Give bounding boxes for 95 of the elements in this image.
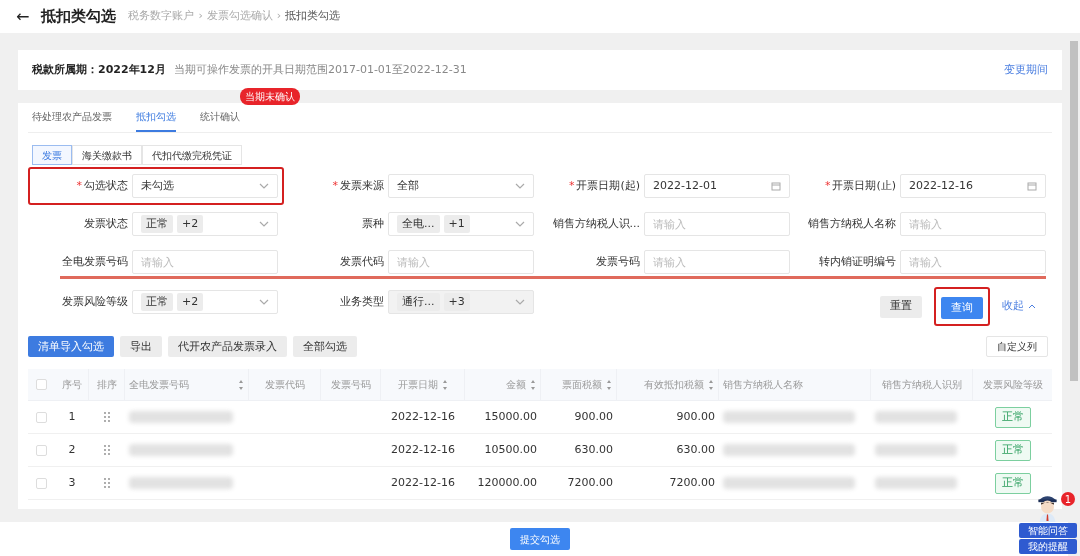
- custom-columns-button[interactable]: 自定义列: [986, 336, 1048, 358]
- column-header: 序号: [61, 378, 82, 393]
- column-header: 票面税额: [562, 378, 602, 393]
- column-header: 发票代码: [264, 378, 305, 393]
- table-cell-text: 630.00: [574, 442, 613, 458]
- column-header: 销售方纳税人名称: [723, 378, 803, 393]
- field-label: 发票状态: [83, 215, 129, 232]
- column-header: 排序: [96, 378, 117, 393]
- field-label: 发票代码: [339, 253, 385, 270]
- table-cell-text: 15000.00: [484, 409, 537, 425]
- tax-period: 税款所属期：2022年12月: [32, 61, 166, 78]
- toolbar-button[interactable]: 全部勾选: [293, 336, 357, 358]
- input-field[interactable]: 请输入: [644, 212, 790, 236]
- field-label: 转内销证明编号: [818, 253, 897, 270]
- table-row[interactable]: 3 2022-12-16 120000.00 7200.00 7200.00 正常: [28, 467, 1052, 501]
- breadcrumb-separator: ›: [198, 8, 203, 25]
- sub-tab[interactable]: 海关缴款书: [72, 145, 142, 165]
- search-button[interactable]: 查询: [941, 297, 983, 320]
- column-header: 有效抵扣税额: [644, 378, 704, 393]
- submit-button[interactable]: 提交勾选: [510, 528, 570, 550]
- table-cell-text: 1: [68, 409, 76, 425]
- sub-tab[interactable]: 发票: [32, 145, 72, 165]
- assistant-button[interactable]: 智能问答: [1019, 523, 1077, 538]
- date-field[interactable]: 2022-12-01: [644, 174, 790, 198]
- tag: +2: [177, 292, 204, 312]
- back-button[interactable]: ←: [16, 4, 30, 29]
- tag: 通行...: [397, 292, 440, 312]
- input-field[interactable]: 请输入: [132, 250, 278, 274]
- breadcrumb-separator: ›: [276, 8, 282, 25]
- table-cell-text: 2022-12-16: [391, 409, 455, 425]
- field-label: * 开票日期(起): [567, 177, 641, 194]
- table-row[interactable]: 2 2022-12-16 10500.00 630.00 630.00 正常: [28, 434, 1052, 468]
- input-field[interactable]: 请输入: [900, 250, 1046, 274]
- tag: 正常: [141, 292, 173, 312]
- reset-button[interactable]: 重置: [880, 295, 922, 318]
- tag: +3: [443, 292, 470, 312]
- table-cell-text: 10500.00: [484, 442, 537, 458]
- status-badge: 当期未确认: [240, 88, 300, 105]
- tag: +2: [177, 214, 204, 234]
- tag: 全电...: [397, 214, 440, 234]
- table-row[interactable]: 1 2022-12-16 15000.00 900.00 900.00 正常: [28, 401, 1052, 435]
- risk-level-tag: 正常: [995, 473, 1031, 494]
- input-field[interactable]: 请输入: [644, 250, 790, 274]
- risk-level-tag: 正常: [995, 440, 1031, 461]
- column-header: 发票风险等级: [982, 378, 1043, 393]
- toolbar-button[interactable]: 导出: [120, 336, 162, 358]
- column-header: 开票日期: [397, 378, 438, 393]
- field-label: * 发票来源: [331, 177, 385, 194]
- tag: +1: [443, 214, 470, 234]
- column-header: 金额: [506, 378, 526, 393]
- tab[interactable]: 抵扣勾选: [136, 109, 176, 132]
- multi-select-field[interactable]: 全电... +1: [388, 212, 534, 236]
- select-field[interactable]: 全部: [388, 174, 534, 198]
- multi-select-field[interactable]: 正常 +2: [132, 290, 278, 314]
- table-cell-text: 7200.00: [669, 475, 715, 491]
- risk-level-tag: 正常: [995, 407, 1031, 428]
- date-range-note: 当期可操作发票的开具日期范围2017-01-01至2022-12-31: [173, 61, 467, 78]
- input-field[interactable]: 请输入: [900, 212, 1046, 236]
- field-label: 全电发票号码: [61, 253, 129, 270]
- tab[interactable]: 待处理农产品发票: [32, 109, 112, 132]
- toolbar-button[interactable]: 清单导入勾选: [28, 336, 114, 358]
- notification-badge: 1: [1061, 492, 1075, 506]
- assistant-button[interactable]: 我的提醒: [1019, 539, 1077, 554]
- field-label: 销售方纳税人识...: [551, 215, 641, 232]
- table-cell-text: 900.00: [676, 409, 715, 425]
- table-cell-text: 3: [68, 475, 76, 491]
- toolbar-button[interactable]: 代开农产品发票录入: [168, 336, 287, 358]
- column-header: 全电发票号码: [129, 378, 189, 393]
- table-cell-text: 630.00: [676, 442, 715, 458]
- table-cell-text: 2022-12-16: [391, 442, 455, 458]
- select-field[interactable]: 未勾选: [132, 174, 278, 198]
- change-period-link[interactable]: 变更期间: [1004, 61, 1048, 79]
- table-cell-text: 900.00: [574, 409, 613, 425]
- field-label: * 开票日期(止): [823, 177, 897, 194]
- breadcrumb-link[interactable]: 抵扣类勾选: [285, 8, 341, 25]
- field-label: 销售方纳税人名称: [807, 215, 897, 232]
- date-field[interactable]: 2022-12-16: [900, 174, 1046, 198]
- field-label: * 勾选状态: [75, 177, 129, 194]
- input-field[interactable]: 请输入: [388, 250, 534, 274]
- sub-tab[interactable]: 代扣代缴完税凭证: [142, 145, 242, 165]
- table-cell-text: 2022-12-16: [391, 475, 455, 491]
- column-header: 销售方纳税人识别: [881, 378, 962, 393]
- page-title: 抵扣类勾选: [41, 6, 117, 28]
- field-label: 业务类型: [339, 293, 385, 310]
- table-cell-text: 120000.00: [477, 475, 537, 491]
- field-label: 票种: [361, 215, 385, 232]
- field-label: 发票号码: [595, 253, 641, 270]
- table-cell-text: 7200.00: [567, 475, 613, 491]
- field-label: 发票风险等级: [61, 293, 129, 310]
- collapse-link[interactable]: 收起: [1002, 298, 1036, 315]
- tag: 正常: [141, 214, 173, 234]
- table-cell-text: 2: [68, 442, 76, 458]
- multi-select-field[interactable]: 正常 +2: [132, 212, 278, 236]
- tab[interactable]: 统计确认: [200, 109, 240, 132]
- column-header: 发票号码: [330, 378, 371, 393]
